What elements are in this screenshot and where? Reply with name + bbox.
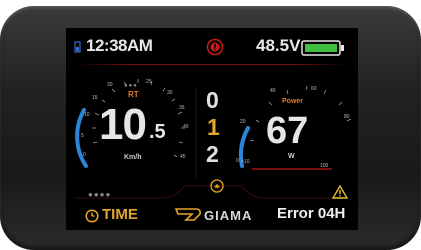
- trip-dots: ●●●●: [88, 190, 112, 199]
- speed-tick-10: 10: [84, 112, 90, 118]
- power-tick-0: 0: [236, 158, 239, 164]
- power-tick-60: 60: [311, 86, 317, 92]
- display-screen: 12:38AM 48.5V 0 5 10 15 20 25 30 35 40 4…: [66, 28, 358, 230]
- clock-icon: [85, 209, 99, 223]
- walk-assist-icon[interactable]: [210, 179, 224, 193]
- power-unit: W: [288, 153, 295, 160]
- power-value: 67: [266, 110, 309, 152]
- speed-indicator-dots: ●●●: [124, 83, 138, 89]
- error-code: Error 04H: [277, 205, 346, 222]
- power-tick-80: 80: [344, 114, 350, 120]
- speed-tick-5: 5: [81, 133, 84, 139]
- giama-logo: [174, 208, 201, 221]
- speed-tick-25: 25: [146, 79, 152, 85]
- speed-value-integer: 10: [99, 100, 147, 149]
- assist-level-up: 0: [206, 87, 219, 113]
- speed-mode-label: RT: [128, 90, 139, 99]
- time-label[interactable]: TIME: [102, 206, 138, 223]
- power-tick-40: 40: [270, 88, 276, 94]
- assist-level-current: 1: [207, 114, 220, 140]
- speed-tick-40: 40: [183, 124, 189, 130]
- speed-tick-20: 20: [107, 82, 113, 88]
- power-multiplier: ×10: [241, 159, 250, 165]
- speed-tick-0: 0: [83, 152, 86, 158]
- speed-tick-45: 45: [180, 154, 186, 160]
- speed-unit: Km/h: [124, 154, 142, 161]
- power-tick-20: 20: [240, 119, 246, 125]
- power-tick-100: 100: [320, 163, 329, 169]
- speed-tick-35: 35: [179, 105, 185, 111]
- brand-name: GIAMA: [204, 208, 253, 223]
- speed-tick-15: 15: [92, 95, 98, 101]
- speed-value-decimal: .5: [149, 121, 166, 143]
- assist-level-down: 2: [206, 141, 219, 167]
- speed-tick-30: 30: [167, 90, 173, 96]
- power-label: Power: [282, 98, 304, 105]
- alert-triangle-icon: [332, 185, 348, 199]
